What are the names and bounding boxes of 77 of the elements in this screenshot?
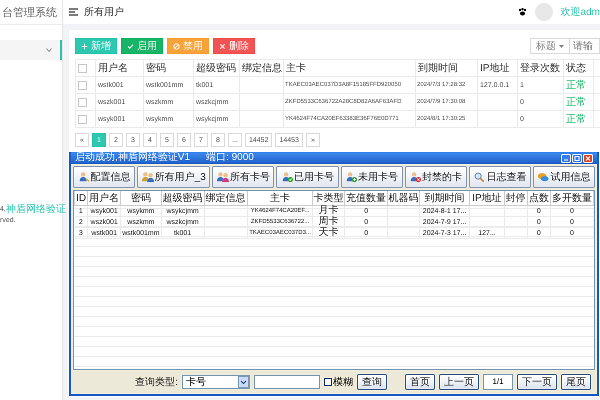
column-header[interactable]: 密码 bbox=[120, 191, 162, 206]
toolbar-button[interactable]: 配置信息 bbox=[73, 166, 136, 188]
ban-icon bbox=[173, 42, 180, 50]
person-x-icon bbox=[409, 171, 422, 183]
column-header[interactable]: 机器码 bbox=[388, 191, 420, 206]
column-header[interactable]: 绑定信息 bbox=[204, 191, 248, 206]
column-header: IP地址 bbox=[478, 60, 518, 76]
people-icon bbox=[142, 171, 154, 183]
toolbar-button[interactable]: 所有卡号 bbox=[212, 166, 274, 188]
table-cell: 正常 bbox=[566, 80, 586, 91]
query-field[interactable] bbox=[254, 375, 320, 389]
page-title: 所有用户 bbox=[84, 6, 124, 19]
close-icon bbox=[219, 42, 226, 50]
people-icon bbox=[216, 171, 229, 183]
column-header: 密码 bbox=[144, 60, 194, 76]
column-header: 状态 bbox=[564, 60, 594, 76]
toolbar-button[interactable]: 试用信息 bbox=[532, 166, 595, 188]
toolbar-button[interactable]: 封禁的卡 bbox=[404, 166, 467, 188]
column-header: 到期时间 bbox=[416, 60, 478, 76]
column-header[interactable]: 点数 bbox=[527, 191, 550, 206]
column-header[interactable]: 用户名 bbox=[88, 191, 121, 206]
column-header: 登录次数 bbox=[518, 60, 564, 76]
column-header[interactable]: 充值数量 bbox=[344, 191, 388, 206]
close-button[interactable] bbox=[583, 154, 593, 162]
table-cell: 正常 bbox=[566, 97, 586, 108]
grid-cell: 月卡 bbox=[318, 205, 339, 216]
column-header: 用户名 bbox=[96, 60, 144, 76]
port-label: 端口: 9000 bbox=[206, 152, 254, 164]
paw-icon[interactable] bbox=[518, 8, 527, 16]
fuzzy-label: 模糊 bbox=[333, 376, 353, 389]
close-icon bbox=[584, 154, 592, 162]
person-plus-icon bbox=[345, 171, 358, 183]
table-cell: 正常 bbox=[566, 114, 586, 125]
page-nav-button[interactable]: 下一页 bbox=[517, 374, 557, 390]
maximize-button[interactable] bbox=[572, 154, 582, 162]
column-header[interactable]: 多开数量 bbox=[550, 191, 594, 206]
column-header[interactable]: 到期时间 bbox=[419, 191, 470, 206]
page-indicator: 1/1 bbox=[483, 374, 513, 390]
column-header: 绑定信息 bbox=[240, 60, 284, 76]
grid-cell: 周卡 bbox=[318, 216, 339, 227]
maximize-icon bbox=[573, 154, 581, 162]
search-button[interactable]: 查询 bbox=[357, 374, 387, 390]
page-nav-button[interactable]: 首页 bbox=[405, 374, 435, 390]
checkbox[interactable] bbox=[324, 378, 332, 386]
toolbar-button[interactable]: 未用卡号 bbox=[340, 166, 403, 188]
column-header[interactable]: 封停 bbox=[504, 191, 528, 206]
check-icon bbox=[127, 42, 134, 50]
column-header[interactable]: ID bbox=[74, 191, 88, 206]
chat-icon bbox=[537, 171, 550, 183]
caret-icon bbox=[559, 44, 564, 48]
app-title: 台管理系统 bbox=[0, 0, 62, 25]
toolbar-button[interactable]: 所有用户_3 bbox=[137, 166, 210, 188]
plus-icon bbox=[81, 42, 88, 50]
column-header: 主卡 bbox=[284, 60, 416, 76]
column-header[interactable]: 卡类型 bbox=[312, 191, 345, 206]
search-icon bbox=[473, 171, 486, 183]
column-header[interactable]: 超级密码 bbox=[161, 191, 204, 206]
toolbar-button[interactable]: 日志查看 bbox=[468, 166, 531, 188]
page-nav-button[interactable]: 上一页 bbox=[439, 374, 479, 390]
chevron-icon bbox=[46, 48, 52, 52]
person-check-icon bbox=[281, 171, 293, 183]
grid-cell: 天卡 bbox=[318, 227, 339, 238]
toolbar-button[interactable]: 已用卡号 bbox=[276, 166, 339, 188]
sidebar-item[interactable] bbox=[0, 40, 62, 60]
search-field[interactable]: 请输 bbox=[570, 38, 600, 54]
column-header: 超级密码 bbox=[194, 60, 240, 76]
menu-icon[interactable] bbox=[69, 8, 78, 16]
field-select[interactable]: 标题 bbox=[530, 38, 570, 54]
page-nav-button[interactable]: 尾页 bbox=[561, 374, 591, 390]
column-header[interactable]: IP地址 bbox=[470, 191, 504, 206]
window-title: 启动成功,神盾网络验证V1 bbox=[75, 152, 190, 164]
dropdown-icon bbox=[238, 376, 249, 388]
person-key-icon bbox=[78, 171, 90, 183]
column-header[interactable]: 主卡 bbox=[247, 191, 313, 206]
query-type-label: 查询类型: bbox=[135, 376, 178, 389]
query-type-select[interactable]: 卡号 bbox=[182, 375, 250, 389]
minimize-button[interactable] bbox=[561, 154, 571, 162]
